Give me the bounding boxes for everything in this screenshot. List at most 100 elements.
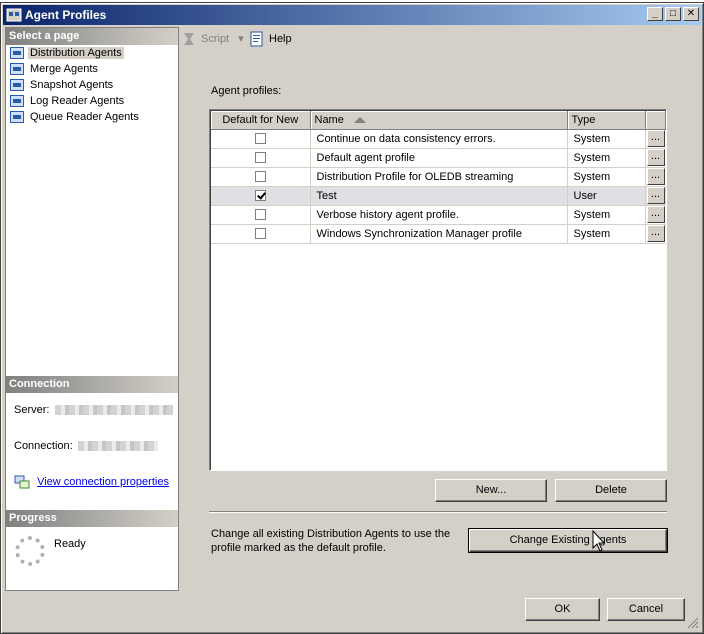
default-for-new-cell bbox=[211, 129, 311, 149]
sidebar-item-distribution-agents[interactable]: Distribution Agents bbox=[6, 45, 178, 61]
profile-action-cell: ... bbox=[645, 205, 666, 225]
connection-properties-icon bbox=[14, 475, 30, 489]
view-connection-properties-link[interactable]: View connection properties bbox=[37, 476, 169, 488]
section-divider bbox=[209, 511, 667, 513]
script-label: Script bbox=[201, 33, 230, 45]
new-profile-button-label: New... bbox=[475, 484, 507, 496]
default-for-new-cell bbox=[211, 224, 311, 244]
maximize-button[interactable]: □ bbox=[665, 7, 681, 21]
agent-profiles-label: Agent profiles: bbox=[211, 85, 282, 97]
column-header-default[interactable]: Default for New bbox=[211, 111, 311, 130]
cancel-button[interactable]: Cancel bbox=[607, 598, 685, 621]
profile-properties-button[interactable]: ... bbox=[646, 149, 665, 166]
sort-ascending-icon bbox=[353, 116, 366, 123]
delete-profile-button[interactable]: Delete bbox=[555, 479, 667, 502]
profile-type-cell: System bbox=[567, 224, 646, 244]
profile-name-cell: Test bbox=[310, 186, 568, 206]
table-row[interactable]: Windows Synchronization Manager profile S… bbox=[211, 224, 666, 244]
connection-header: Connection bbox=[6, 376, 178, 393]
sidebar-item-merge-agents[interactable]: Merge Agents bbox=[6, 61, 178, 77]
progress-status: Ready bbox=[54, 538, 86, 550]
cancel-button-label: Cancel bbox=[628, 603, 664, 615]
change-agents-description: Change all existing Distribution Agents … bbox=[211, 528, 451, 554]
progress-header: Progress bbox=[6, 510, 178, 527]
profile-properties-button[interactable]: ... bbox=[646, 168, 665, 185]
table-row[interactable]: Continue on data consistency errors. Syst… bbox=[211, 129, 666, 149]
default-for-new-cell bbox=[211, 167, 311, 187]
default-for-new-checkbox[interactable] bbox=[254, 171, 266, 183]
default-for-new-cell bbox=[211, 205, 311, 225]
view-connection-row: View connection properties bbox=[6, 473, 178, 491]
agent-page-icon bbox=[10, 47, 24, 59]
script-icon bbox=[184, 33, 194, 46]
column-header-name[interactable]: Name bbox=[310, 111, 568, 130]
sidebar-item-snapshot-agents[interactable]: Snapshot Agents bbox=[6, 77, 178, 93]
sidebar-item-label: Log Reader Agents bbox=[30, 95, 125, 107]
redacted-server-name bbox=[54, 405, 173, 416]
default-for-new-cell bbox=[211, 148, 311, 168]
agent-page-icon bbox=[10, 111, 24, 123]
profiles-table: Default for New Name Type Continue on da… bbox=[211, 111, 666, 244]
connection-row: Connection: bbox=[6, 437, 178, 455]
profile-properties-button[interactable]: ... bbox=[646, 206, 665, 223]
minimize-button[interactable]: _ bbox=[647, 7, 663, 21]
sidebar-item-label: Distribution Agents bbox=[28, 47, 124, 59]
new-profile-button[interactable]: New... bbox=[435, 479, 547, 502]
profile-action-cell: ... bbox=[645, 148, 666, 168]
change-existing-agents-button-label: Change Existing Agents bbox=[509, 534, 627, 546]
table-row[interactable]: Default agent profile System... bbox=[211, 148, 666, 168]
connection-section: Connection Server: Connection: View conn… bbox=[6, 376, 178, 491]
default-for-new-checkbox[interactable] bbox=[254, 228, 266, 240]
left-panel: Select a page Distribution Agents Merge … bbox=[5, 27, 179, 591]
profile-name-cell: Continue on data consistency errors. bbox=[310, 129, 568, 149]
default-for-new-checkbox[interactable] bbox=[254, 152, 266, 164]
column-header-type[interactable]: Type bbox=[567, 111, 646, 130]
profiles-body: Continue on data consistency errors. Syst… bbox=[211, 129, 666, 244]
profile-action-cell: ... bbox=[645, 186, 666, 206]
table-row[interactable]: Test User... bbox=[211, 186, 666, 206]
default-for-new-checkbox[interactable] bbox=[254, 190, 266, 202]
default-for-new-checkbox[interactable] bbox=[254, 209, 266, 221]
profile-properties-button[interactable]: ... bbox=[646, 225, 665, 242]
profile-action-cell: ... bbox=[645, 167, 666, 187]
delete-profile-button-label: Delete bbox=[595, 484, 627, 496]
title-bar: Agent Profiles _ □ ✕ bbox=[3, 5, 701, 25]
resize-grip-icon[interactable] bbox=[687, 617, 699, 629]
redacted-connection-name bbox=[77, 441, 158, 452]
profile-properties-button[interactable]: ... bbox=[646, 130, 665, 147]
main-content: Agent profiles: Default for New Name Typ… bbox=[181, 55, 687, 591]
dropdown-arrow-icon[interactable]: ▾ bbox=[238, 33, 244, 45]
profile-type-cell: System bbox=[567, 167, 646, 187]
script-button[interactable]: Script ▾ bbox=[181, 29, 244, 49]
profile-action-cell: ... bbox=[645, 129, 666, 149]
window-title: Agent Profiles bbox=[25, 8, 107, 22]
profile-type-cell: System bbox=[567, 148, 646, 168]
sidebar-item-queue-reader-agents[interactable]: Queue Reader Agents bbox=[6, 109, 178, 125]
table-row[interactable]: Distribution Profile for OLEDB streaming… bbox=[211, 167, 666, 187]
agent-profiles-grid: Default for New Name Type Continue on da… bbox=[209, 109, 667, 471]
change-existing-agents-button[interactable]: Change Existing Agents bbox=[468, 528, 668, 553]
select-page-header: Select a page bbox=[6, 28, 178, 45]
sidebar-item-label: Merge Agents bbox=[30, 63, 98, 75]
profile-type-cell: System bbox=[567, 205, 646, 225]
default-for-new-checkbox[interactable] bbox=[254, 133, 266, 145]
ok-button[interactable]: OK bbox=[525, 598, 600, 621]
help-button[interactable]: Help bbox=[249, 29, 292, 49]
server-row: Server: bbox=[6, 401, 178, 419]
sidebar-item-label: Queue Reader Agents bbox=[30, 111, 139, 123]
ok-button-label: OK bbox=[554, 603, 571, 615]
sidebar-item-label: Snapshot Agents bbox=[30, 79, 114, 91]
profile-name-cell: Default agent profile bbox=[310, 148, 568, 168]
column-header-name-label: Name bbox=[314, 113, 344, 126]
profile-type-cell: User bbox=[567, 186, 646, 206]
progress-spinner-icon bbox=[15, 536, 45, 566]
profile-properties-button[interactable]: ... bbox=[646, 187, 665, 204]
agent-page-icon bbox=[10, 79, 24, 91]
help-icon bbox=[250, 31, 263, 47]
page-list: Distribution Agents Merge Agents Snapsho… bbox=[6, 45, 178, 125]
sidebar-item-log-reader-agents[interactable]: Log Reader Agents bbox=[6, 93, 178, 109]
close-button[interactable]: ✕ bbox=[683, 7, 699, 21]
progress-section: Progress Ready bbox=[6, 510, 178, 566]
table-row[interactable]: Verbose history agent profile. System... bbox=[211, 205, 666, 225]
default-for-new-cell bbox=[211, 186, 311, 206]
